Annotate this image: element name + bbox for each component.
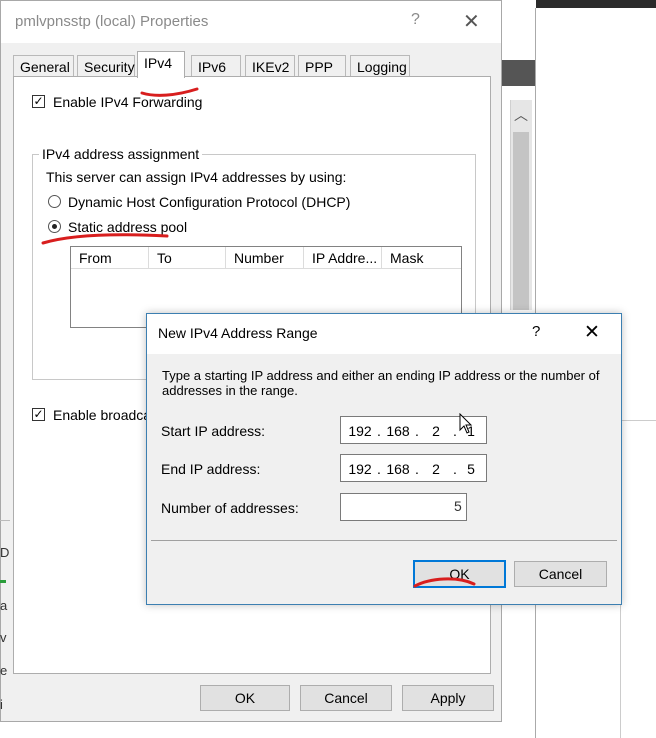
range-ok-button[interactable]: OK [413,560,506,588]
background-fragment: a [0,598,8,613]
background-scroll-thumb[interactable] [513,132,529,310]
cancel-button[interactable]: Cancel [300,685,392,711]
assign-instructions: This server can assign IPv4 addresses by… [46,169,347,185]
address-range-dialog: New IPv4 Address Range ? ✕ Type a starti… [146,313,622,605]
enable-forwarding-label: Enable IPv4 Forwarding [53,94,203,110]
help-icon[interactable]: ? [411,11,420,29]
enable-broadcast-checkbox[interactable]: ✓ [32,408,45,421]
end-ip-input[interactable]: 192 . 168 . 2 . 5 [340,454,487,482]
static-pool-radio[interactable] [48,220,61,233]
tab-ipv6[interactable]: IPv6 [191,55,241,77]
ok-button[interactable]: OK [200,685,290,711]
count-label: Number of addresses: [161,500,299,516]
start-ip-label: Start IP address: [161,423,266,439]
properties-title: pmlvpnsstp (local) Properties [15,13,209,30]
address-count-value[interactable]: 5 [454,498,462,516]
close-icon[interactable]: ✕ [463,9,480,34]
scroll-up-icon[interactable]: ︿ [512,106,530,124]
ip-dot: . [415,423,419,439]
close-icon[interactable]: ✕ [584,321,600,344]
address-pool-header: From To Number IP Addre... Mask [71,247,461,269]
address-assignment-title: IPv4 address assignment [39,146,203,162]
column-to[interactable]: To [149,247,226,269]
enable-forwarding-checkbox[interactable]: ✓ [32,95,45,108]
tab-logging[interactable]: Logging [350,55,410,77]
tab-ikev2[interactable]: IKEv2 [245,55,295,77]
address-range-description: Type a starting IP address and either an… [162,368,600,398]
apply-button[interactable]: Apply [402,685,494,711]
tab-ppp[interactable]: PPP [298,55,346,77]
background-fragment: D [0,545,10,560]
help-icon[interactable]: ? [532,323,540,340]
address-range-title: New IPv4 Address Range [158,325,318,341]
background-toolbar-band [500,60,536,86]
mouse-pointer-icon [459,413,473,434]
tab-general[interactable]: General [13,55,74,77]
properties-titlebar: pmlvpnsstp (local) Properties ? ✕ [1,1,501,43]
background-fragment: i [0,697,3,712]
address-range-titlebar: New IPv4 Address Range ? ✕ [147,314,621,354]
column-number[interactable]: Number [226,247,304,269]
tab-security[interactable]: Security [77,55,135,77]
tab-ipv4[interactable]: IPv4 [137,51,185,78]
background-left-divider [0,520,10,521]
column-mask[interactable]: Mask [382,247,461,269]
end-ip-octet-2[interactable]: 168 [383,461,413,477]
dhcp-radio[interactable] [48,195,61,208]
background-titlebar [536,0,656,8]
end-ip-octet-4[interactable]: 5 [456,461,486,477]
start-ip-octet-3[interactable]: 2 [421,423,451,439]
address-count-input[interactable]: 5 [340,493,467,521]
ip-dot: . [415,461,419,477]
start-ip-octet-1[interactable]: 192 [345,423,375,439]
end-ip-label: End IP address: [161,461,261,477]
ip-dot: . [377,461,381,477]
range-cancel-button[interactable]: Cancel [514,561,607,587]
dhcp-label: Dynamic Host Configuration Protocol (DHC… [68,194,351,210]
column-from[interactable]: From [71,247,149,269]
start-ip-octet-2[interactable]: 168 [383,423,413,439]
end-ip-octet-3[interactable]: 2 [421,461,451,477]
column-ip-address[interactable]: IP Addre... [304,247,382,269]
background-fragment: v [0,630,7,645]
ip-dot: . [377,423,381,439]
background-fragment: e [0,663,8,678]
static-pool-label: Static address pool [68,219,188,235]
enable-broadcast-label: Enable broadca [53,407,152,423]
range-dialog-separator [151,540,617,541]
end-ip-octet-1[interactable]: 192 [345,461,375,477]
background-green-mark [0,580,6,583]
